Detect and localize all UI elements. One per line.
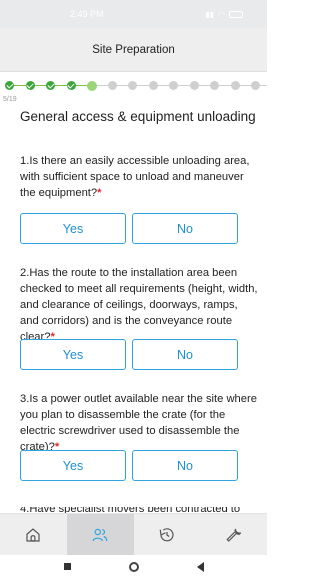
recents-icon[interactable]: [63, 563, 71, 570]
nav-home[interactable]: [0, 514, 67, 555]
section-title: General access & equipment unloading: [20, 109, 256, 124]
step-counter: 5/19: [3, 96, 17, 103]
step-dot: [230, 81, 240, 90]
question-text: 1.Is there an easily accessible unloadin…: [20, 155, 250, 199]
question-2: 2.Has the route to the installation area…: [20, 266, 258, 346]
status-icons: ▮▮ ◠: [205, 10, 243, 19]
status-time: 2:49 PM: [70, 9, 104, 19]
status-bar: 2:49 PM ▮▮ ◠: [0, 0, 267, 28]
bottom-nav: [0, 513, 267, 555]
battery-icon: [229, 10, 243, 18]
home-circle-icon[interactable]: [128, 561, 139, 572]
question-text: 2.Has the route to the installation area…: [20, 267, 258, 343]
step-dot: [251, 81, 260, 90]
nav-people[interactable]: [66, 514, 134, 555]
home-icon: [26, 527, 40, 542]
q2-yes-button[interactable]: Yes: [20, 339, 126, 370]
wrench-icon: [226, 528, 241, 542]
back-icon[interactable]: [196, 561, 204, 572]
step-dot: [128, 81, 137, 90]
required-mark: *: [97, 186, 102, 199]
q1-yes-button[interactable]: Yes: [20, 213, 126, 244]
people-icon: [92, 528, 108, 541]
step-dot: [210, 81, 219, 90]
step-dot: [107, 81, 117, 90]
question-3: 3.Is a power outlet available near the s…: [20, 392, 258, 456]
nav-history[interactable]: [134, 514, 201, 555]
step-dot: [87, 80, 97, 91]
progress-stepper: [0, 78, 267, 94]
q3-no-button[interactable]: No: [132, 450, 238, 481]
header: Site Preparation: [0, 28, 267, 72]
step-dot: [169, 81, 178, 90]
question-1: 1.Is there an easily accessible unloadin…: [20, 154, 258, 202]
nav-tools[interactable]: [200, 514, 267, 555]
signal-icon: ▮▮: [205, 9, 215, 19]
system-nav-bar: [0, 555, 267, 578]
history-icon: [159, 527, 174, 541]
step-dot: [148, 81, 158, 90]
step-dot: [189, 81, 199, 90]
step-dot: [25, 81, 35, 90]
q1-no-button[interactable]: No: [132, 213, 238, 244]
wifi-icon: ◠: [218, 9, 225, 19]
step-dot: [66, 81, 76, 90]
page-title: Site Preparation: [92, 43, 175, 56]
q2-no-button[interactable]: No: [132, 339, 238, 370]
step-dot: [5, 81, 14, 90]
step-dot: [46, 81, 55, 90]
q3-yes-button[interactable]: Yes: [20, 450, 126, 481]
